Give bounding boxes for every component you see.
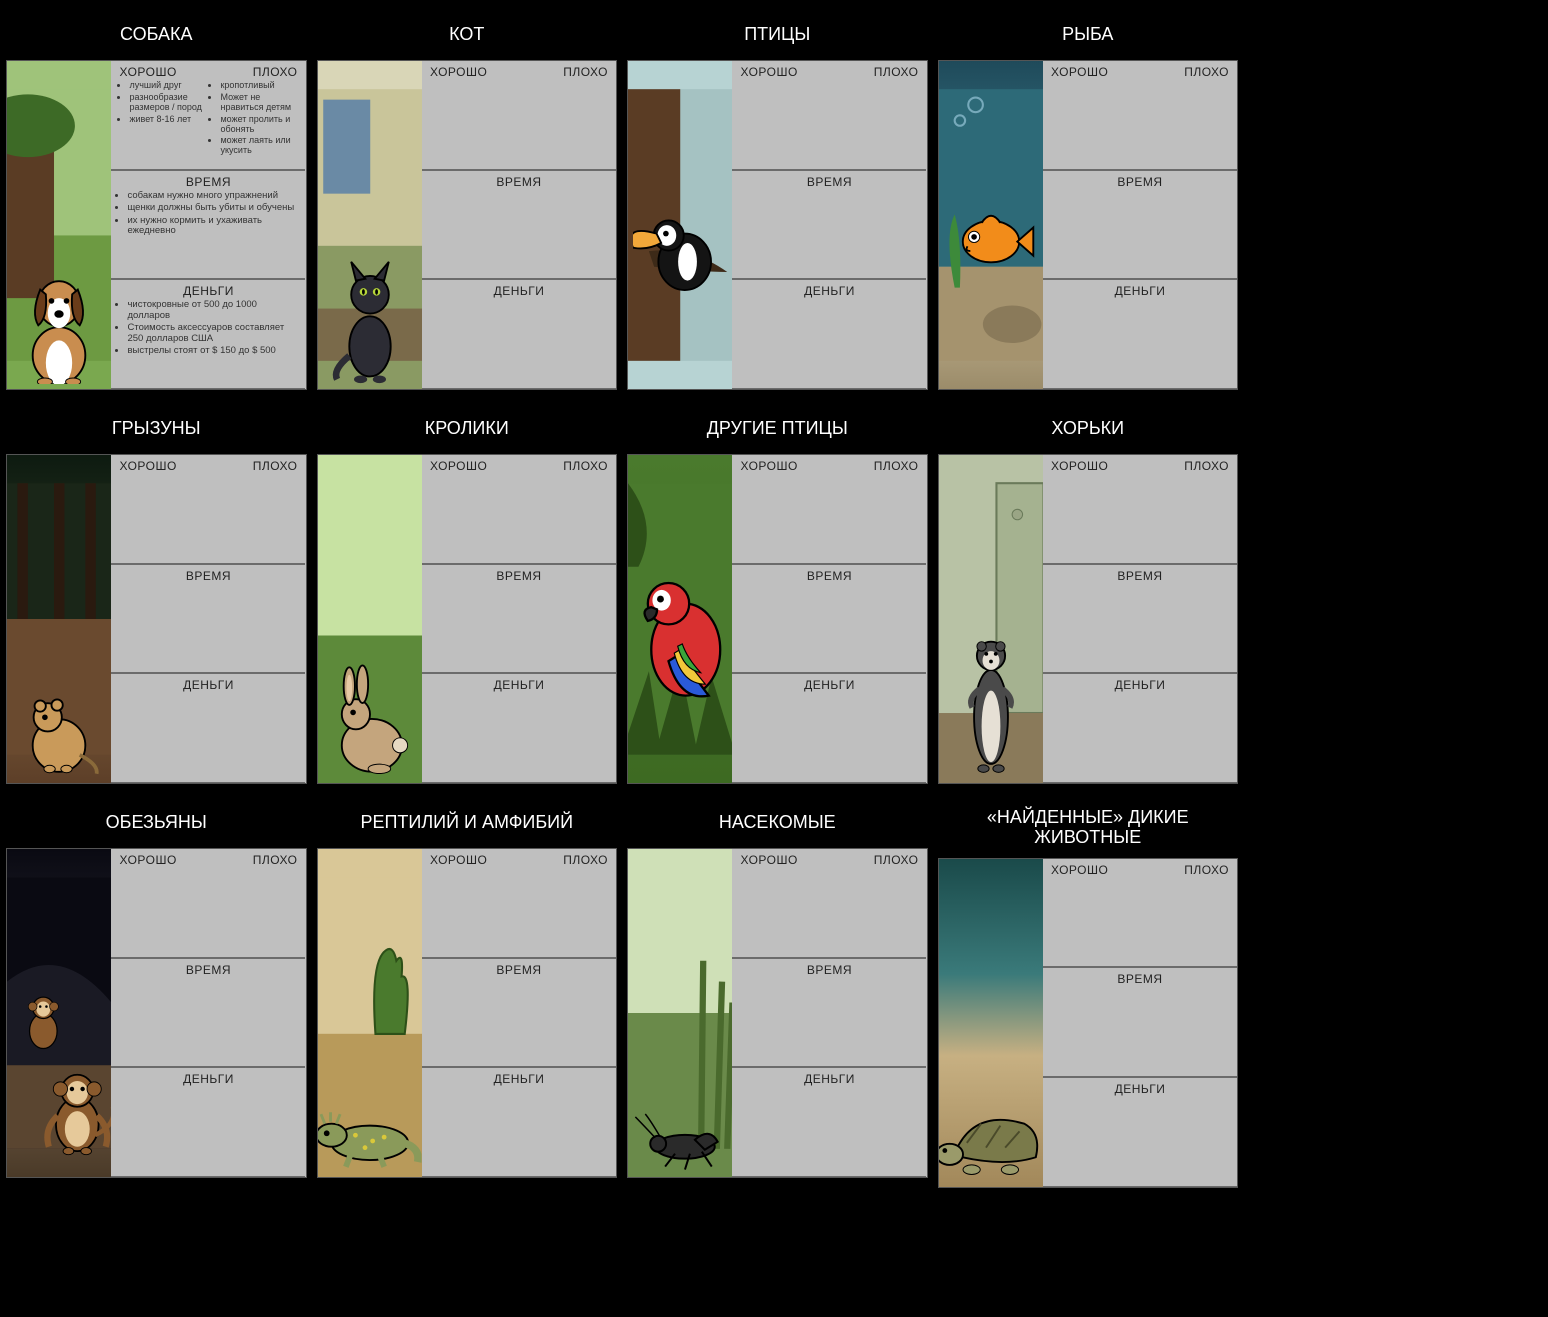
info-wild: ХОРОШОПЛОХО ВРЕМЯ ДЕНЬГИ bbox=[1043, 859, 1237, 1187]
info-fish: ХОРОШОПЛОХО ВРЕМЯ ДЕНЬГИ bbox=[1043, 61, 1237, 389]
info-birds: ХОРОШОПЛОХО ВРЕМЯ ДЕНЬГИ bbox=[732, 61, 926, 389]
card-insects: ХОРОШОПЛОХО ВРЕМЯ ДЕНЬГИ bbox=[627, 848, 928, 1178]
cell-reptiles: РЕПТИЛИЙ И АМФИБИЙ bbox=[317, 794, 618, 1188]
title-reptiles: РЕПТИЛИЙ И АМФИБИЙ bbox=[317, 794, 618, 848]
title-wild: «НАЙДЕННЫЕ» ДИКИЕ ЖИВОТНЫЕ bbox=[938, 794, 1239, 858]
label-good: ХОРОШО bbox=[119, 65, 206, 79]
ferret-icon bbox=[944, 590, 1038, 778]
cell-fish: РЫБА bbox=[938, 6, 1239, 390]
card-fish: ХОРОШОПЛОХО ВРЕМЯ ДЕНЬГИ bbox=[938, 60, 1239, 390]
info-monkeys: ХОРОШОПЛОХО ВРЕМЯ ДЕНЬГИ bbox=[111, 849, 305, 1177]
illustration-turtle bbox=[939, 859, 1043, 1187]
good-content: лучший друг разнообразие размеров / поро… bbox=[119, 81, 206, 125]
card-dog: ХОРОШО лучший друг разнообразие размеров… bbox=[6, 60, 307, 390]
info-rabbits: ХОРОШОПЛОХО ВРЕМЯ ДЕНЬГИ bbox=[422, 455, 616, 783]
cricket-icon bbox=[631, 1112, 730, 1172]
bad-content: кропотливый Может не нравиться детям мож… bbox=[210, 81, 297, 156]
info-rodents: ХОРОШОПЛОХО ВРЕМЯ ДЕНЬГИ bbox=[111, 455, 305, 783]
cell-cat: КОТ bbox=[317, 6, 618, 390]
cell-insects: НАСЕКОМЫЕ bbox=[627, 794, 928, 1188]
cell-other-birds: ДРУГИЕ ПТИЦЫ bbox=[627, 400, 928, 784]
cell-ferrets: ХОРЬКИ bbox=[938, 400, 1239, 784]
money-content: чистокровные от 500 до 1000 долларов Сто… bbox=[117, 300, 299, 356]
title-birds: ПТИЦЫ bbox=[627, 6, 928, 60]
title-monkeys: ОБЕЗЬЯНЫ bbox=[6, 794, 307, 848]
title-insects: НАСЕКОМЫЕ bbox=[627, 794, 928, 848]
illustration-rabbit bbox=[318, 455, 422, 783]
card-cat: ХОРОШОПЛОХО ВРЕМЯ ДЕНЬГИ bbox=[317, 60, 618, 390]
illustration-rodent bbox=[7, 455, 111, 783]
label-money: ДЕНЬГИ bbox=[117, 284, 299, 298]
title-other-birds: ДРУГИЕ ПТИЦЫ bbox=[627, 400, 928, 454]
card-ferrets: ХОРОШОПЛОХО ВРЕМЯ ДЕНЬГИ bbox=[938, 454, 1239, 784]
monkey-icon bbox=[7, 984, 111, 1172]
goldfish-icon bbox=[944, 204, 1038, 279]
cat-icon bbox=[323, 243, 417, 384]
cell-birds: ПТИЦЫ bbox=[627, 6, 928, 390]
title-rodents: ГРЫЗУНЫ bbox=[6, 400, 307, 454]
card-rodents: ХОРОШОПЛОХО ВРЕМЯ ДЕНЬГИ bbox=[6, 454, 307, 784]
label-time: ВРЕМЯ bbox=[117, 175, 299, 189]
storyboard-grid: СОБАКА bbox=[6, 6, 1238, 1188]
info-reptiles: ХОРОШОПЛОХО ВРЕМЯ ДЕНЬГИ bbox=[422, 849, 616, 1177]
time-content: собакам нужно много упражнений щенки дол… bbox=[117, 191, 299, 237]
row-time: ВРЕМЯ собакам нужно много упражнений щен… bbox=[111, 170, 305, 280]
cell-wild: «НАЙДЕННЫЕ» ДИКИЕ ЖИВОТНЫЕ ХОРОШОПЛ bbox=[938, 794, 1239, 1188]
card-rabbits: ХОРОШОПЛОХО ВРЕМЯ ДЕНЬГИ bbox=[317, 454, 618, 784]
label-bad: ПЛОХО bbox=[210, 65, 297, 79]
illustration-lizard bbox=[318, 849, 422, 1177]
parrot-icon bbox=[628, 552, 732, 713]
row-money: ДЕНЬГИ чистокровные от 500 до 1000 долла… bbox=[111, 279, 305, 389]
illustration-parrot bbox=[628, 455, 732, 783]
cell-monkeys: ОБЕЗЬЯНЫ bbox=[6, 794, 307, 1188]
title-rabbits: КРОЛИКИ bbox=[317, 400, 618, 454]
info-cat: ХОРОШОПЛОХО ВРЕМЯ ДЕНЬГИ bbox=[422, 61, 616, 389]
info-ferrets: ХОРОШОПЛОХО ВРЕМЯ ДЕНЬГИ bbox=[1043, 455, 1237, 783]
toucan-icon bbox=[633, 196, 727, 299]
illustration-ferret bbox=[939, 455, 1043, 783]
info-dog: ХОРОШО лучший друг разнообразие размеров… bbox=[111, 61, 305, 389]
illustration-toucan bbox=[628, 61, 732, 389]
info-insects: ХОРОШОПЛОХО ВРЕМЯ ДЕНЬГИ bbox=[732, 849, 926, 1177]
card-reptiles: ХОРОШОПЛОХО ВРЕМЯ ДЕНЬГИ bbox=[317, 848, 618, 1178]
title-cat: КОТ bbox=[317, 6, 618, 60]
title-dog: СОБАКА bbox=[6, 6, 307, 60]
card-wild: ХОРОШОПЛОХО ВРЕМЯ ДЕНЬГИ bbox=[938, 858, 1239, 1188]
card-other-birds: ХОРОШОПЛОХО ВРЕМЯ ДЕНЬГИ bbox=[627, 454, 928, 784]
illustration-cricket bbox=[628, 849, 732, 1177]
title-ferrets: ХОРЬКИ bbox=[938, 400, 1239, 454]
card-birds: ХОРОШОПЛОХО ВРЕМЯ ДЕНЬГИ bbox=[627, 60, 928, 390]
rodent-icon bbox=[12, 675, 106, 778]
illustration-monkey bbox=[7, 849, 111, 1177]
card-monkeys: ХОРОШОПЛОХО ВРЕМЯ ДЕНЬГИ bbox=[6, 848, 307, 1178]
row-good-bad: ХОРОШО лучший друг разнообразие размеров… bbox=[111, 61, 305, 170]
dog-icon bbox=[12, 252, 106, 384]
info-other-birds: ХОРОШОПЛОХО ВРЕМЯ ДЕНЬГИ bbox=[732, 455, 926, 783]
cell-dog: СОБАКА bbox=[6, 6, 307, 390]
turtle-icon bbox=[939, 1095, 1043, 1181]
cell-rabbits: КРОЛИКИ ХОРОШОПЛОХО bbox=[317, 400, 618, 784]
lizard-icon bbox=[318, 1095, 422, 1172]
illustration-cat bbox=[318, 61, 422, 389]
title-fish: РЫБА bbox=[938, 6, 1239, 60]
illustration-dog bbox=[7, 61, 111, 389]
rabbit-icon bbox=[323, 656, 417, 778]
illustration-fish bbox=[939, 61, 1043, 389]
cell-rodents: ГРЫЗУНЫ bbox=[6, 400, 307, 784]
